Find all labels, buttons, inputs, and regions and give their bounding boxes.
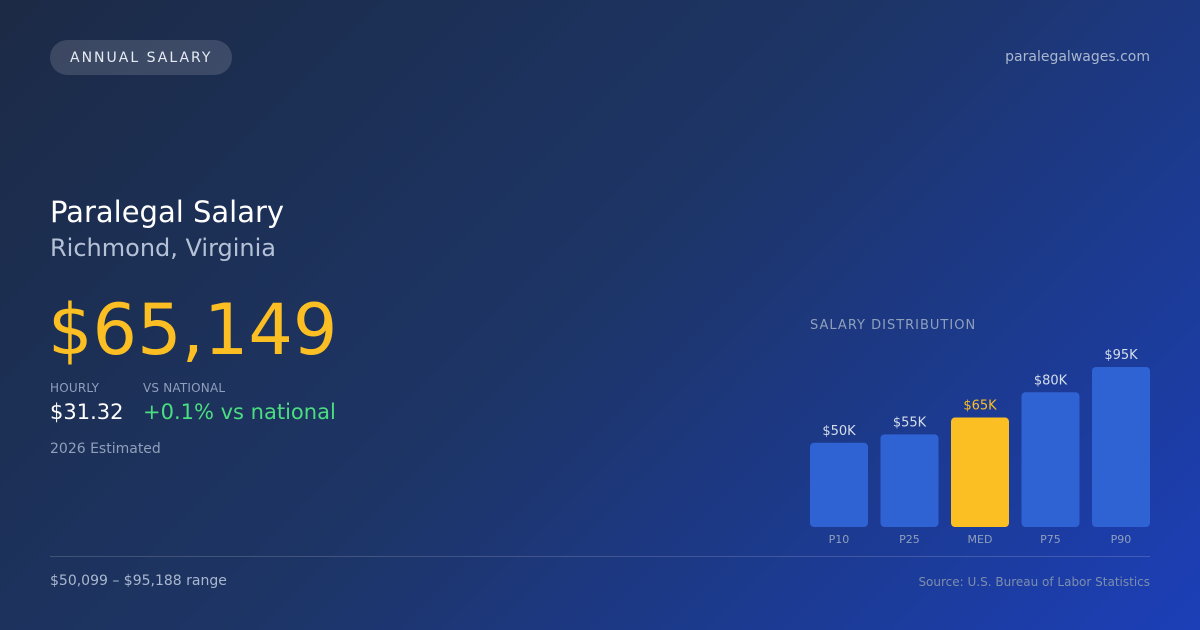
category-label-p90: P90 — [1111, 533, 1132, 546]
bar-value-label-p75: $80K — [1034, 373, 1068, 388]
category-label-med: MED — [968, 533, 993, 546]
hourly-label: HOURLY — [50, 381, 100, 395]
bar-value-label-p90: $95K — [1104, 348, 1138, 363]
annual-salary-value: $65,149 — [48, 289, 338, 371]
national-comparison-value: +0.1% vs national — [143, 400, 336, 424]
hourly-value: $31.32 — [50, 400, 124, 424]
national-label: VS NATIONAL — [143, 381, 226, 395]
page-title: Paralegal Salary — [50, 195, 285, 229]
bar-p25 — [880, 434, 939, 527]
salary-distribution-chart: $50K P10 $55K P25 $65K MED $80K P75 $95K P90 — [810, 348, 1150, 546]
data-source: Source: U.S. Bureau of Labor Statistics — [918, 575, 1150, 589]
bar-p75 — [1021, 392, 1080, 527]
category-label-p10: P10 — [829, 533, 850, 546]
salary-card: ANNUAL SALARY paralegalwages.com Paraleg… — [0, 0, 1200, 630]
location-subtitle: Richmond, Virginia — [50, 234, 277, 262]
category-label-p75: P75 — [1040, 533, 1061, 546]
footer-divider — [50, 556, 1150, 557]
estimate-note: 2026 Estimated — [50, 441, 161, 457]
chart-title: SALARY DISTRIBUTION — [810, 318, 977, 333]
bar-value-label-p10: $50K — [822, 424, 856, 439]
bar-med — [951, 417, 1009, 527]
bar-p90 — [1092, 367, 1150, 527]
bar-p10 — [810, 442, 868, 527]
category-label-p25: P25 — [899, 533, 920, 546]
site-name: paralegalwages.com — [1005, 49, 1150, 65]
bar-value-label-med: $65K — [963, 399, 997, 414]
bar-value-label-p25: $55K — [893, 415, 927, 430]
salary-range: $50,099 – $95,188 range — [50, 573, 227, 589]
category-badge: ANNUAL SALARY — [50, 40, 233, 75]
